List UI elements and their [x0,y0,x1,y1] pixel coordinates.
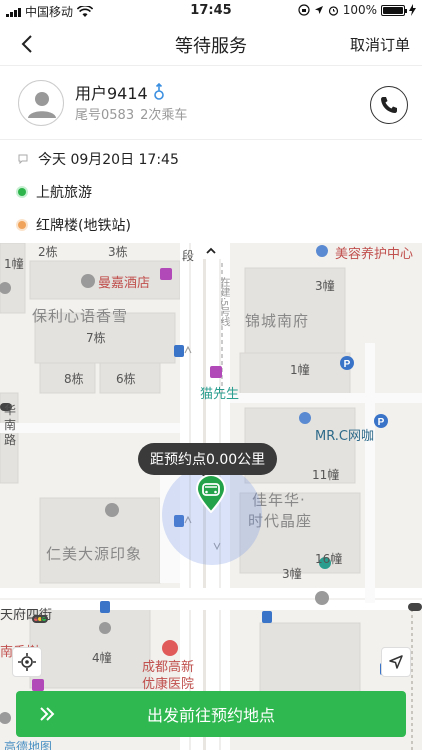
map-label: 保利心语香雪 [32,307,129,325]
depart-to-pickup-button[interactable]: 出发前往预约地点 [16,691,406,737]
booking-time-row: 今天 09月20日 17:45 [0,142,422,175]
alarm-icon [328,5,338,16]
passenger-name-row: 用户9414 [75,80,166,104]
map-label: 4幢 [92,651,112,665]
destination-dot-icon [18,220,26,229]
pickup-dot-icon [18,187,26,196]
map-label: 11幢 [312,468,340,482]
trip-info: 今天 09月20日 17:45 上航旅游 红牌楼(地铁站) [0,142,422,241]
map-label: 仁美大源印象 [46,545,143,563]
charging-icon [409,4,416,16]
map-label: MR.C网咖 [315,429,374,444]
map-label: 16幢 [315,552,343,566]
map-label: 段 [182,249,195,263]
battery-icon [381,4,407,16]
status-bar: 中国移动 17:45 100% [0,0,422,22]
male-icon [153,83,164,100]
nav-bar: 等待服务 取消订单 [0,22,422,66]
map-label: 2栋 [38,245,58,259]
map-label: 在建·5号线 [218,277,229,327]
map-label: 8栋 [64,372,84,386]
map-label: 猫先生 [200,387,240,402]
pickup-row: 上航旅游 [0,175,422,208]
message-icon [18,154,28,164]
collapse-panel-button[interactable] [200,243,222,259]
destination-location: 红牌楼(地铁站) [36,217,131,234]
map-label: 3幢 [315,279,335,293]
map-label: 7栋 [86,331,106,345]
phone-icon [381,97,397,113]
destination-row: 红牌楼(地铁站) [0,208,422,241]
locate-me-button[interactable] [12,647,42,677]
chevron-up-icon [206,247,216,254]
booking-time: 今天 09月20日 17:45 [38,151,179,168]
map-label: 3栋 [108,245,128,259]
double-chevron-right-icon [40,707,55,721]
pickup-location: 上航旅游 [36,184,92,201]
map-label: 1幢 [290,363,310,377]
map-provider-logo: 高德地图 [4,740,53,750]
map-label: 3幢 [282,567,302,581]
car-marker-icon [195,475,227,513]
phone-tail: 尾号0583 [75,108,135,123]
map-label: 曼嘉酒店 [98,276,151,291]
battery-percent: 100% [342,3,377,17]
call-passenger-button[interactable] [370,86,408,124]
cancel-order-button[interactable]: 取消订单 [350,34,410,55]
navigation-button[interactable] [381,647,411,677]
passenger-name: 用户9414 [75,84,148,103]
status-right: 100% [298,3,416,17]
map-label: 6栋 [116,372,136,386]
map-label: 锦城南府 [245,312,310,330]
navigation-arrow-icon [389,655,403,669]
user-icon [28,92,56,118]
map-label: 优康医院 [142,677,195,692]
location-arrow-icon [314,6,323,14]
cta-label: 出发前往预约地点 [146,706,275,725]
crosshair-icon [18,653,36,671]
map-view[interactable]: P P 2栋 3栋 1幢 段 曼嘉酒店 保利心语香雪 7栋 8栋 6栋 华南路 … [0,243,422,750]
distance-bubble: 距预约点0.00公里 [138,443,278,481]
map-label: 华南路 [4,403,17,447]
svg-text:P: P [344,359,351,370]
passenger-meta: 尾号0583 2次乘车 [75,104,187,123]
passenger-card: 用户9414 尾号0583 2次乘车 [0,66,422,140]
svg-text:P: P [378,417,385,428]
ride-count: 2次乘车 [140,108,188,123]
avatar [18,80,64,126]
rotation-lock-icon [298,4,310,16]
map-label: 1幢 [4,257,24,271]
map-label: 美容养护中心 [335,247,414,262]
map-label: 天府四街 [0,608,53,623]
